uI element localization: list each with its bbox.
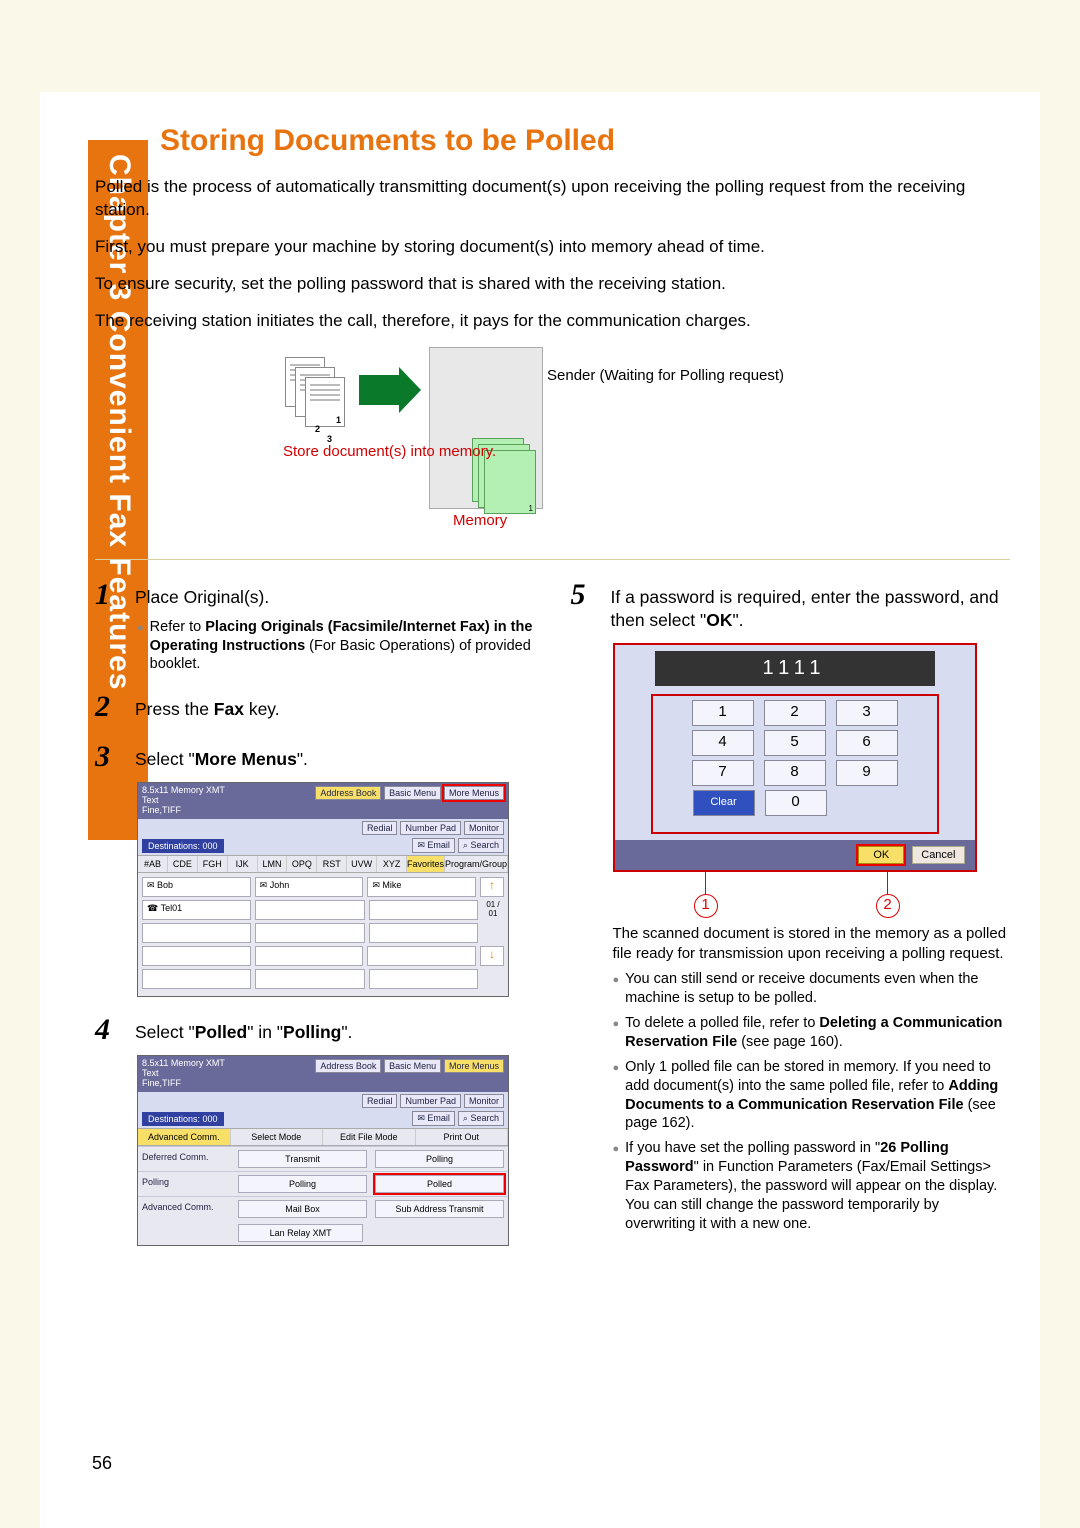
- monitor-button[interactable]: Monitor: [464, 821, 504, 835]
- page-number: 56: [92, 1453, 112, 1474]
- key-clear[interactable]: Clear: [693, 790, 755, 816]
- key-7[interactable]: 7: [692, 760, 754, 786]
- sender-caption: Sender (Waiting for Polling request): [547, 367, 784, 384]
- polled-button[interactable]: Polled: [375, 1175, 504, 1193]
- step-2: 2 Press the Fax key.: [95, 690, 535, 724]
- key-3[interactable]: 3: [836, 700, 898, 726]
- machine-icon: 1: [429, 347, 543, 509]
- scroll-down-icon[interactable]: ↓: [480, 946, 504, 966]
- destinations-badge: Destinations: 000: [142, 839, 224, 853]
- fax-screen-polling: 8.5x11 Memory XMT Text Fine,TIFF Address…: [137, 1055, 509, 1246]
- number-pad-button[interactable]: Number Pad: [400, 821, 461, 835]
- fax-screen-more-menus: 8.5x11 Memory XMT Text Fine,TIFF Address…: [137, 782, 509, 997]
- key-5[interactable]: 5: [764, 730, 826, 756]
- transmit-button[interactable]: Transmit: [238, 1150, 367, 1168]
- redial-button[interactable]: Redial: [362, 821, 398, 835]
- more-menus-button[interactable]: More Menus: [444, 786, 504, 800]
- store-caption: Store document(s) into memory.: [283, 442, 496, 462]
- cancel-button[interactable]: Cancel: [912, 846, 964, 864]
- diagram: 1 2 3 1 Store document(s) into memory. M…: [95, 347, 1010, 547]
- address-book-button[interactable]: Address Book: [315, 786, 381, 800]
- password-keypad: 1111 1 2 3 4 5 6: [613, 643, 977, 872]
- key-8[interactable]: 8: [764, 760, 826, 786]
- key-9[interactable]: 9: [836, 760, 898, 786]
- result-paragraph: The scanned document is stored in the me…: [613, 924, 1011, 965]
- intro-p2: First, you must prepare your machine by …: [95, 236, 1010, 259]
- step-4: 4 Select "Polled" in "Polling". 8.5x11 M…: [95, 1013, 535, 1246]
- key-2[interactable]: 2: [764, 700, 826, 726]
- key-4[interactable]: 4: [692, 730, 754, 756]
- intro-p4: The receiving station initiates the call…: [95, 310, 1010, 333]
- step-1: 1 Place Original(s). ● Refer to Placing …: [95, 578, 535, 675]
- password-display: 1111: [655, 651, 935, 686]
- memory-caption: Memory: [453, 511, 507, 531]
- arrow-icon: [359, 375, 399, 405]
- basic-menu-button[interactable]: Basic Menu: [384, 786, 441, 800]
- key-0[interactable]: 0: [765, 790, 827, 816]
- ok-button[interactable]: OK: [858, 846, 904, 864]
- scroll-up-icon[interactable]: ↑: [480, 877, 504, 897]
- page-title: Storing Documents to be Polled: [95, 124, 1010, 158]
- intro-p3: To ensure security, set the polling pass…: [95, 273, 1010, 296]
- step-5: 5 If a password is required, enter the p…: [571, 578, 1011, 1234]
- polling-button[interactable]: Polling: [375, 1150, 504, 1168]
- key-6[interactable]: 6: [836, 730, 898, 756]
- intro-p1: Polled is the process of automatically t…: [95, 176, 1010, 222]
- key-1[interactable]: 1: [692, 700, 754, 726]
- step-3: 3 Select "More Menus". 8.5x11 Memory XMT…: [95, 740, 535, 997]
